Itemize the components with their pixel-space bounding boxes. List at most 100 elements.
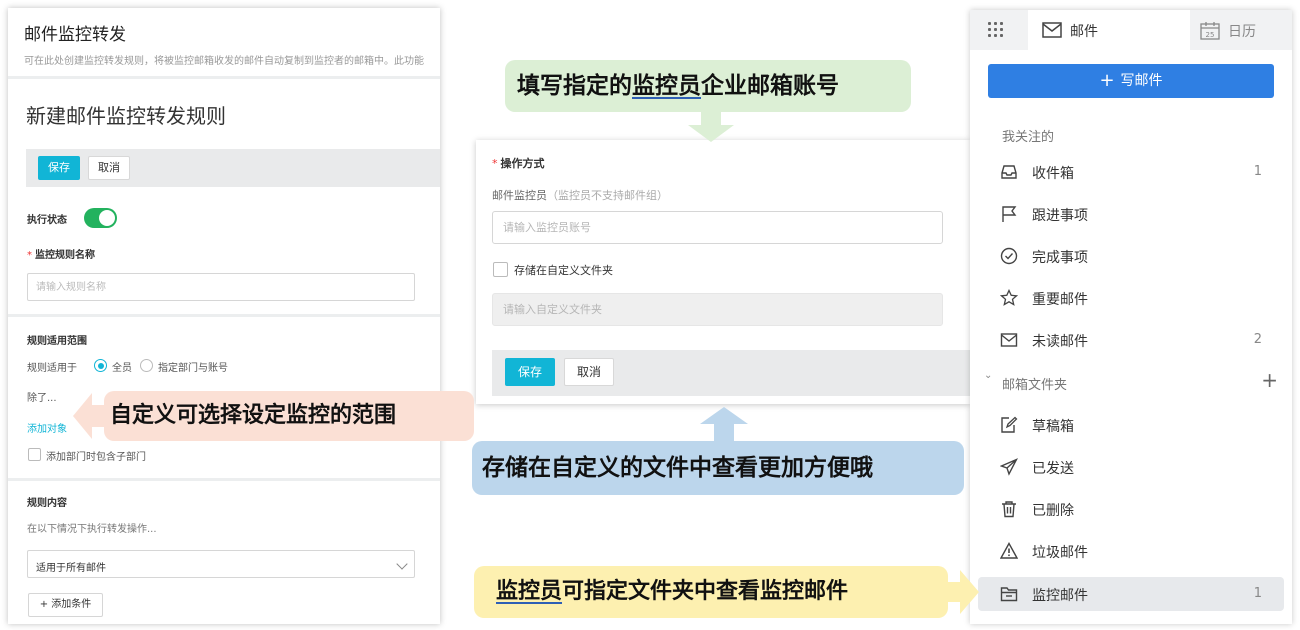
tab-mail-label: 邮件 [1070,24,1098,40]
star-icon [1000,289,1018,306]
plus-icon: + [1099,70,1115,91]
callout-text-underlined: 监控员 [496,579,563,604]
sidebar-item-inbox[interactable]: 收件箱 1 [978,155,1284,189]
content-title: 规则内容 [27,498,67,509]
cancel-button[interactable]: 取消 [564,358,614,386]
sidebar-item-label: 未读邮件 [1032,334,1088,350]
arrow-down-icon [688,111,734,142]
compose-button[interactable]: + 写邮件 [988,64,1274,98]
sidebar-item-follow-up[interactable]: 跟进事项 [978,197,1284,231]
section-folders: 邮箱文件夹 [1002,378,1068,393]
cancel-button[interactable]: 取消 [88,156,130,180]
send-icon [1000,458,1018,476]
rule-name-field[interactable] [27,273,415,301]
condition-select-value: 适用于所有邮件 [36,563,106,574]
save-button[interactable]: 保存 [38,156,80,180]
operation-panel: *操作方式 邮件监控员（监控员不支持邮件组） 存储在自定义文件夹 保存 取消 [476,140,970,404]
compose-label: 写邮件 [1120,73,1163,89]
sidebar-item-drafts[interactable]: 草稿箱 [978,408,1284,442]
arrow-up-icon [700,407,748,444]
arrow-right-icon [946,570,979,614]
app-tab-bar: 邮件 25 日历 [970,10,1292,50]
calendar-icon: 25 [1200,22,1220,40]
save-button[interactable]: 保存 [505,358,555,386]
include-subdept-label: 添加部门时包含子部门 [46,452,146,463]
sidebar-item-label: 已删除 [1032,503,1074,519]
unread-count: 2 [1253,332,1262,347]
rule-name-input[interactable] [28,274,414,300]
callout-monitor-folder: 监控员可指定文件夹中查看监控邮件 [474,566,948,618]
content-desc: 在以下情况下执行转发操作... [27,524,157,535]
unread-count: 1 [1253,586,1262,601]
sidebar-item-label: 收件箱 [1032,166,1074,182]
add-folder-icon[interactable]: + [1261,368,1278,392]
sidebar-item-sent[interactable]: 已发送 [978,450,1284,484]
add-object-link[interactable]: 添加对象 [27,420,67,435]
check-circle-icon [1000,247,1018,265]
callout-text: 可指定文件夹中查看监控邮件 [562,579,849,604]
trash-icon [1002,501,1016,518]
condition-select[interactable]: 适用于所有邮件 [27,550,415,578]
tab-mail[interactable]: 邮件 [1028,10,1190,50]
callout-text: 企业邮箱账号 [701,73,839,99]
divider [8,314,440,317]
callout-monitor-account: 填写指定的监控员企业邮箱账号 [505,60,911,112]
flag-icon [1002,206,1017,222]
section-following: 我关注的 [1002,130,1055,145]
scope-specific-label: 指定部门与账号 [158,363,228,374]
tab-calendar-label: 日历 [1228,24,1256,40]
sidebar-item-label: 草稿箱 [1032,419,1074,435]
mail-sidebar: 邮件 25 日历 + 写邮件 我关注的 收件箱 1 跟进事项 完成事项 重要邮件 [970,10,1292,624]
warning-icon [1000,542,1018,559]
toggle-knob [99,210,115,226]
envelope-icon [1000,333,1018,347]
tab-calendar[interactable]: 25 日历 [1198,10,1292,50]
divider [8,478,440,481]
monitor-note: （监控员不支持邮件组） [547,189,668,202]
store-folder-checkbox[interactable] [493,262,508,277]
sidebar-item-label: 垃圾邮件 [1032,545,1088,561]
folder-icon [1000,587,1018,602]
scope-applies-label: 规则适用于 [27,363,77,374]
sidebar-item-deleted[interactable]: 已删除 [978,492,1284,526]
monitor-label-text: 邮件监控员 [492,189,547,202]
rule-name-label: * 监控规则名称 [27,250,95,261]
callout-scope: 自定义可选择设定监控的范围 [104,391,474,441]
callout-storage: 存储在自定义的文件中查看更加方便哦 [472,441,964,495]
draft-icon [1001,416,1018,433]
store-folder-label: 存储在自定义文件夹 [514,264,613,277]
rule-name-label-text: 监控规则名称 [35,250,95,261]
sidebar-item-label: 监控邮件 [1032,588,1088,604]
folder-input[interactable] [493,294,942,325]
folder-field[interactable] [492,293,943,326]
sidebar-item-unread[interactable]: 未读邮件 2 [978,323,1284,357]
operation-label-text: 操作方式 [500,157,545,170]
scope-title: 规则适用范围 [27,336,87,347]
divider [8,76,440,79]
sidebar-item-done[interactable]: 完成事项 [978,239,1284,273]
envelope-icon [1042,22,1062,38]
chevron-down-icon: ⌄ [984,370,993,381]
apps-grid-icon[interactable] [988,22,1004,38]
sidebar-item-spam[interactable]: 垃圾邮件 [978,534,1284,568]
sidebar-item-monitor[interactable]: 监控邮件 1 [978,577,1284,611]
inbox-icon [1001,165,1017,179]
sidebar-item-important[interactable]: 重要邮件 [978,281,1284,315]
scope-all-radio[interactable] [94,359,107,372]
monitor-field[interactable] [492,211,943,244]
status-label: 执行状态 [27,215,67,226]
action-bar: 保存 取消 [492,350,970,396]
scope-specific-radio[interactable] [140,359,153,372]
unread-count: 1 [1253,164,1262,179]
form-title: 新建邮件监控转发规则 [26,104,226,128]
folders-section-header[interactable]: ⌄ 邮箱文件夹 + [970,366,1292,396]
status-toggle[interactable] [84,208,117,228]
page-description: 可在此处创建监控转发规则，将被监控邮箱收发的邮件自动复制到监控者的邮箱中。此功能 [24,56,424,67]
arrow-left-icon [73,393,108,439]
scope-all-label: 全员 [112,363,132,374]
sidebar-item-label: 已发送 [1032,461,1074,477]
include-subdept-checkbox[interactable] [28,448,41,461]
monitor-input[interactable] [493,212,942,243]
callout-text-underlined: 监控员 [632,73,701,99]
add-condition-button[interactable]: + 添加条件 [28,593,103,617]
